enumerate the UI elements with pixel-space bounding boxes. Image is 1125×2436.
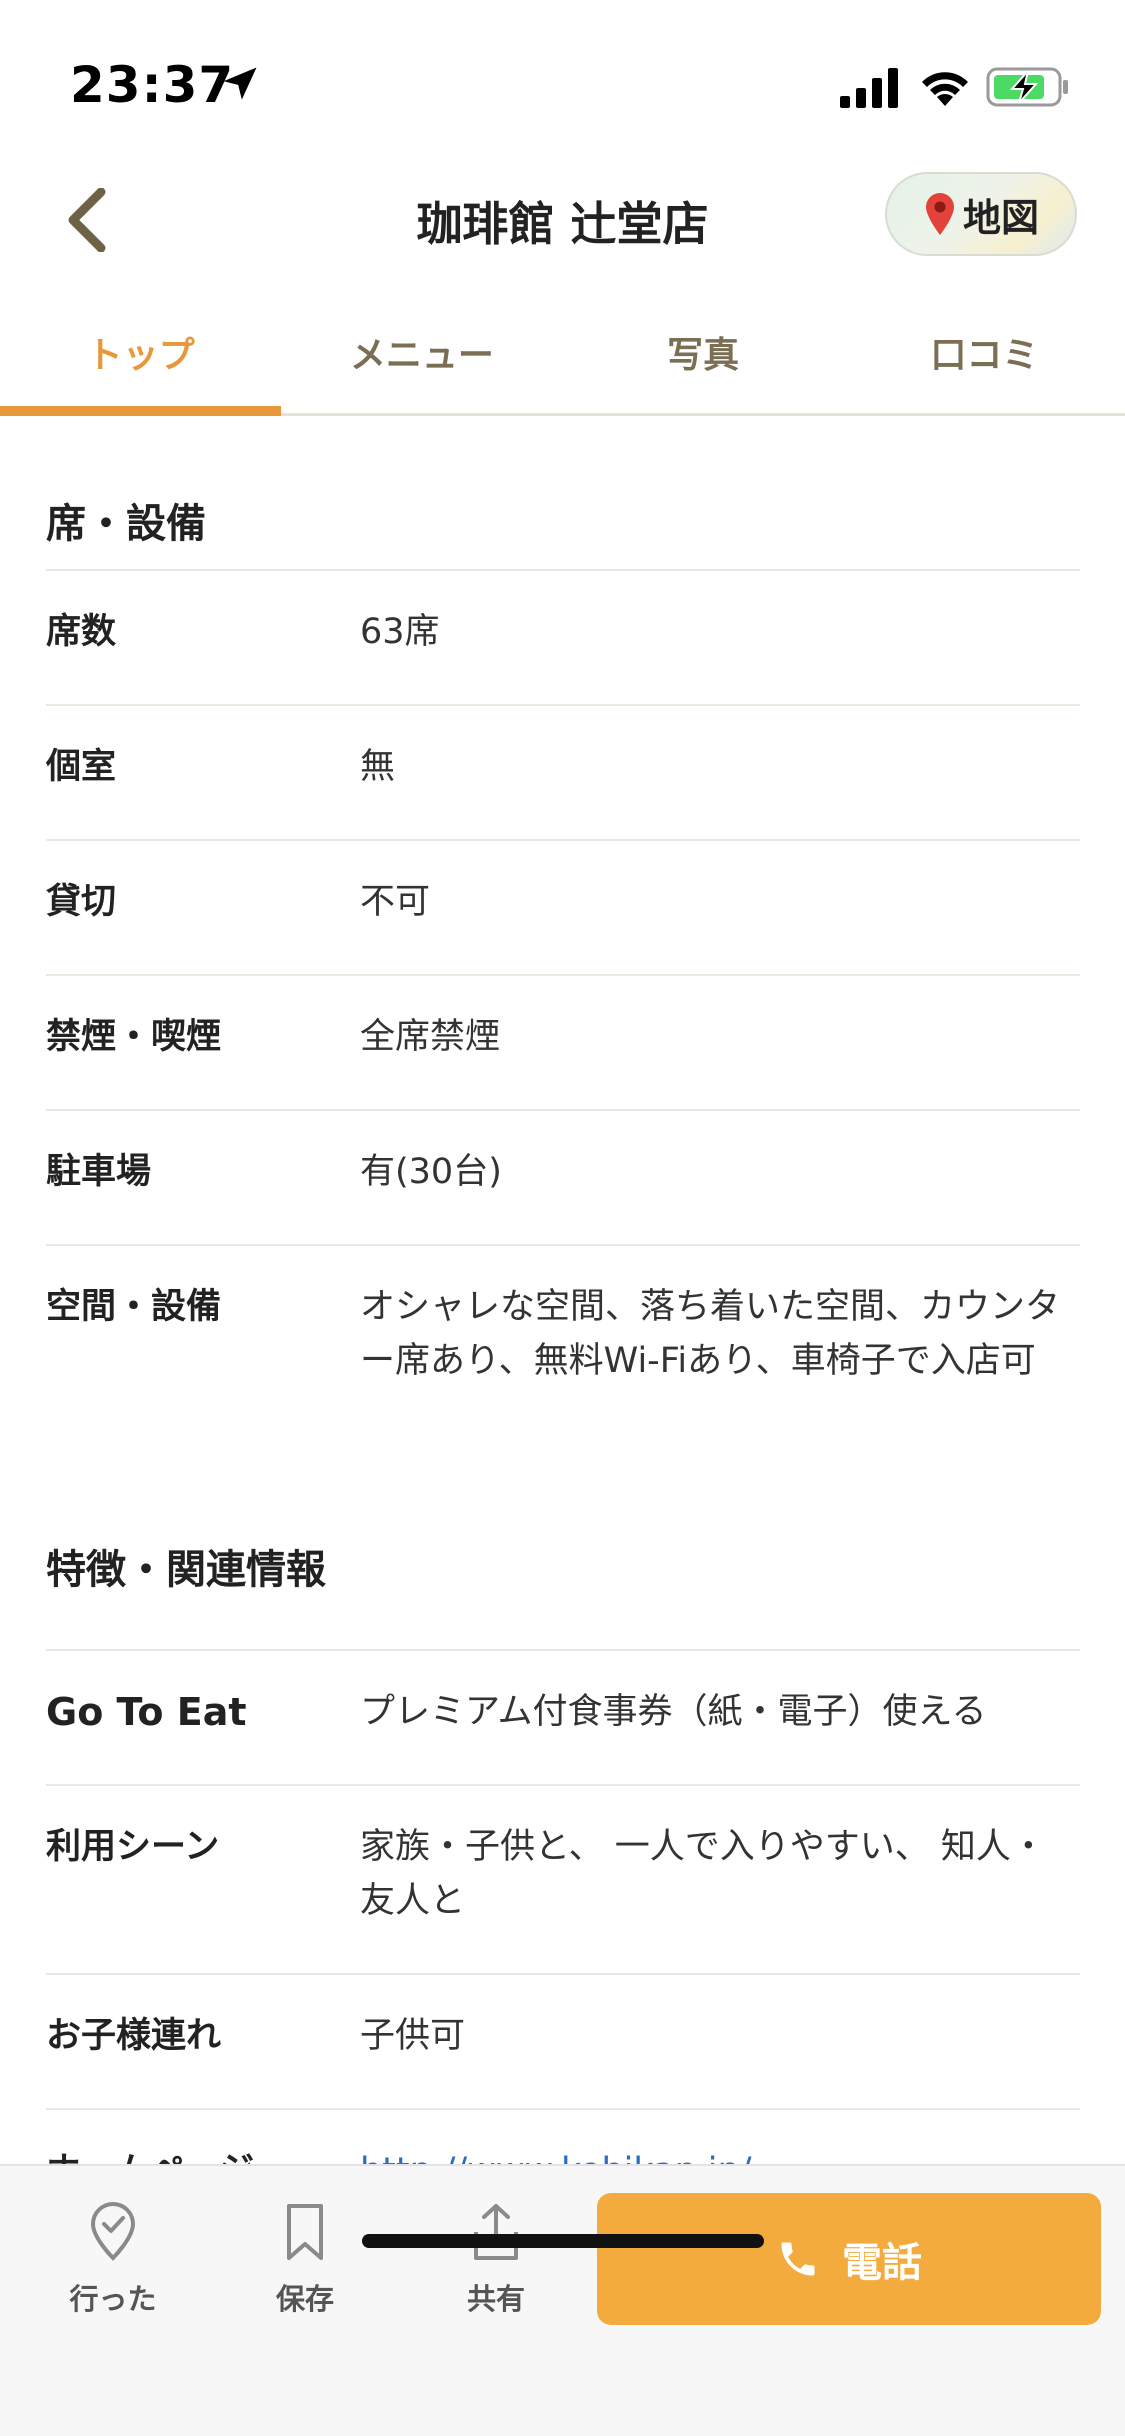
row-label: 席数	[46, 612, 117, 652]
section-title: 特徴・関連情報	[46, 1483, 1080, 1651]
map-button[interactable]: 地図	[885, 172, 1077, 256]
location-arrow-icon	[223, 67, 257, 100]
nav-bar: 珈琲館 辻堂店 地図	[0, 160, 1125, 280]
page-title: 珈琲館 辻堂店	[416, 197, 709, 251]
bookmark-icon	[287, 2204, 323, 2260]
status-time: 23:37	[70, 56, 235, 114]
section-seats-facilities: 席・設備 席数 63席 個室 無 貸切 不可 禁煙・喫煙 全席禁煙 駐車場 有(…	[46, 419, 1080, 1435]
content: 席・設備 席数 63席 個室 無 貸切 不可 禁煙・喫煙 全席禁煙 駐車場 有(…	[46, 419, 1080, 2245]
row-label: お子様連れ	[46, 2016, 222, 2056]
tab-bar: トップ メニュー 写真 口コミ	[0, 300, 1125, 416]
info-row: 利用シーン 家族・子供と、 一人で入りやすい、 知人・友人と	[46, 1786, 1080, 1975]
info-row: お子様連れ 子供可	[46, 1975, 1080, 2110]
share-icon	[474, 2204, 518, 2260]
info-row: 空間・設備 オシャレな空間、落ち着いた空間、カウンター席あり、無料Wi-Fiあり…	[46, 1246, 1080, 1435]
row-value: 無	[360, 747, 396, 787]
call-label: 電話	[842, 2240, 922, 2286]
chevron-left-icon	[68, 188, 106, 252]
info-row: 個室 無	[46, 706, 1080, 841]
save-label: 保存	[275, 2282, 334, 2316]
tab-menu[interactable]: メニュー	[281, 300, 562, 413]
tab-reviews[interactable]: 口コミ	[844, 300, 1125, 413]
row-value: 不可	[360, 882, 431, 922]
info-row: 駐車場 有(30台)	[46, 1111, 1080, 1246]
row-value: 63席	[360, 612, 440, 652]
went-label: 行った	[69, 2282, 157, 2316]
wifi-icon	[922, 72, 968, 106]
call-button[interactable]: 電話	[597, 2193, 1101, 2325]
row-label: Go To Eat	[46, 1690, 247, 1734]
home-indicator	[362, 2234, 764, 2248]
phone-icon	[781, 2242, 815, 2276]
went-button[interactable]: 行った	[38, 2202, 188, 2318]
row-value: オシャレな空間、落ち着いた空間、カウンター席あり、無料Wi-Fiあり、車椅子で入…	[360, 1287, 1061, 1381]
save-button[interactable]: 保存	[230, 2202, 380, 2318]
row-label: 利用シーン	[46, 1827, 220, 1867]
info-row: 禁煙・喫煙 全席禁煙	[46, 976, 1080, 1111]
row-value: 家族・子供と、 一人で入りやすい、 知人・友人と	[360, 1827, 1046, 1921]
row-value: 有(30台)	[360, 1152, 502, 1192]
row-value: 全席禁煙	[360, 1017, 501, 1057]
tab-top[interactable]: トップ	[0, 300, 282, 416]
back-button[interactable]	[50, 178, 120, 262]
info-row: 貸切 不可	[46, 841, 1080, 976]
info-row: Go To Eat プレミアム付食事券（紙・電子）使える	[46, 1651, 1080, 1786]
battery-charging-icon	[986, 67, 1068, 107]
cellular-signal-icon	[840, 68, 898, 108]
share-button[interactable]: 共有	[421, 2202, 571, 2318]
map-button-label: 地図	[962, 195, 1039, 240]
row-label: 個室	[46, 747, 117, 787]
row-value: 子供可	[360, 2016, 466, 2056]
share-label: 共有	[466, 2282, 525, 2316]
row-label: 貸切	[46, 882, 117, 922]
row-label: 駐車場	[46, 1152, 152, 1192]
map-pin-icon	[925, 193, 954, 235]
tab-photos[interactable]: 写真	[563, 300, 844, 413]
row-value: プレミアム付食事券（紙・電子）使える	[360, 1692, 987, 1732]
check-pin-icon	[90, 2202, 136, 2261]
status-bar: 23:37	[0, 0, 1125, 160]
info-row: 席数 63席	[46, 571, 1080, 706]
section-features: 特徴・関連情報 Go To Eat プレミアム付食事券（紙・電子）使える 利用シ…	[46, 1483, 1080, 2245]
row-label: 空間・設備	[46, 1287, 222, 1327]
bottom-action-bar: 行った 保存 共有 電話	[0, 2164, 1125, 2436]
row-label: 禁煙・喫煙	[46, 1017, 222, 1057]
section-title: 席・設備	[46, 419, 1080, 571]
